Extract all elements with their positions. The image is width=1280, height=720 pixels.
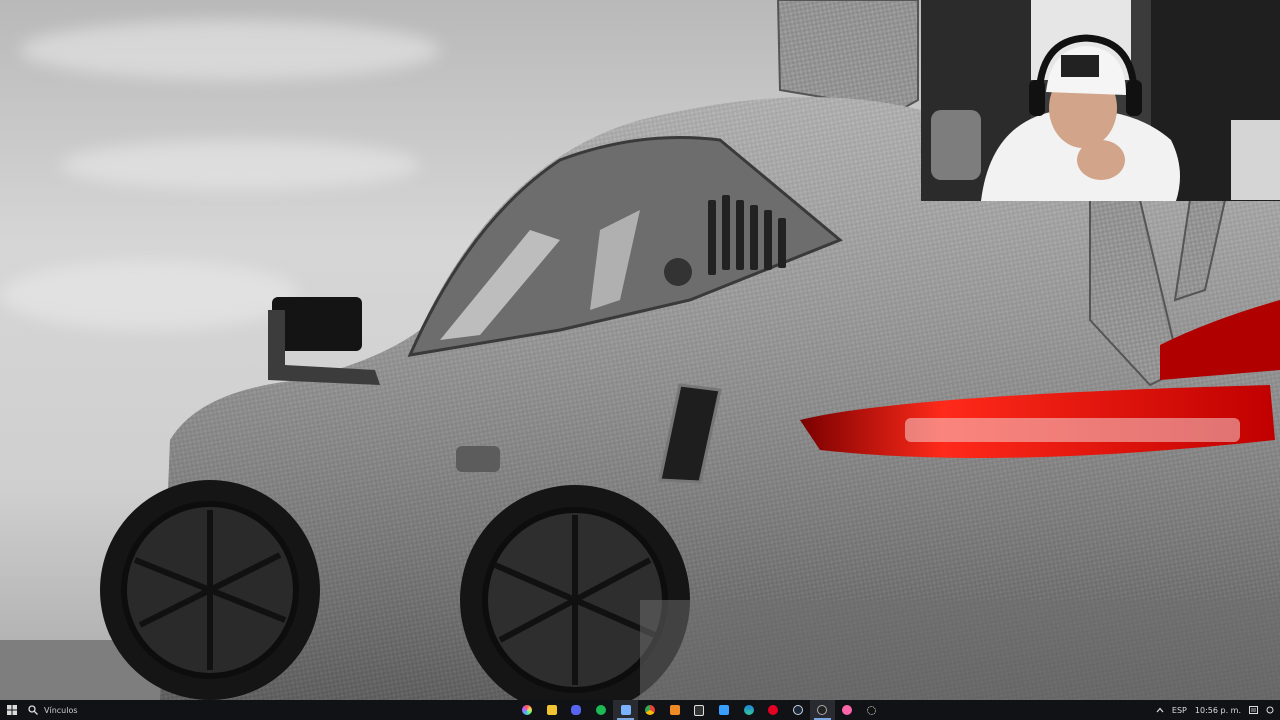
clock[interactable]: 10:56 p. m. bbox=[1195, 706, 1241, 715]
taskbar-app-13[interactable] bbox=[835, 700, 860, 720]
taskbar-app-8[interactable] bbox=[712, 700, 737, 720]
notification-icon[interactable] bbox=[1249, 705, 1258, 715]
taskbar-app-11[interactable] bbox=[786, 700, 811, 720]
steam-icon bbox=[792, 705, 803, 715]
taskbar-app-5[interactable] bbox=[638, 700, 663, 720]
taskbar-apps bbox=[515, 700, 884, 720]
webcam-overlay bbox=[921, 0, 1280, 201]
taskbar-search[interactable]: Vínculos bbox=[24, 700, 158, 720]
a-icon bbox=[669, 705, 680, 715]
gear-circle-icon bbox=[867, 705, 877, 715]
folder-icon bbox=[546, 705, 557, 715]
taskbar-app-6[interactable] bbox=[663, 700, 688, 720]
spotify-icon bbox=[596, 705, 607, 715]
taskbar-app-9[interactable] bbox=[736, 700, 761, 720]
system-tray: ESP 10:56 p. m. bbox=[1156, 700, 1280, 720]
search-icon bbox=[28, 705, 38, 715]
webcam-feed bbox=[921, 0, 1280, 201]
show-desktop-icon[interactable] bbox=[1266, 706, 1274, 714]
taskbar-app-10[interactable] bbox=[761, 700, 786, 720]
edge-icon bbox=[743, 705, 754, 715]
taskbar-app-3[interactable] bbox=[589, 700, 614, 720]
paint-brush-icon bbox=[620, 705, 631, 715]
taskbar-app-7[interactable] bbox=[687, 700, 712, 720]
obs-icon bbox=[817, 705, 828, 715]
taskbar-app-1[interactable] bbox=[540, 700, 565, 720]
osu-icon bbox=[842, 705, 853, 715]
taskbar-app-0[interactable] bbox=[515, 700, 540, 720]
chrome-icon bbox=[645, 705, 656, 715]
epic-games-icon bbox=[694, 704, 705, 716]
discord-icon bbox=[571, 705, 582, 715]
media-player-icon bbox=[719, 705, 730, 715]
search-label: Vínculos bbox=[44, 705, 78, 715]
start-button[interactable] bbox=[0, 700, 24, 720]
taskbar-app-14[interactable] bbox=[859, 700, 884, 720]
taskbar-app-4[interactable] bbox=[613, 700, 638, 720]
language-indicator[interactable]: ESP bbox=[1172, 706, 1187, 715]
pinterest-icon bbox=[768, 705, 779, 715]
chevron-up-icon[interactable] bbox=[1156, 707, 1164, 713]
taskbar-app-2[interactable] bbox=[564, 700, 589, 720]
taskbar: Vínculos ESP 10:56 p. m. bbox=[0, 700, 1280, 720]
colorful-swirl-icon bbox=[522, 705, 533, 715]
taskbar-app-12[interactable] bbox=[810, 700, 835, 720]
windows-logo-icon bbox=[7, 705, 17, 715]
